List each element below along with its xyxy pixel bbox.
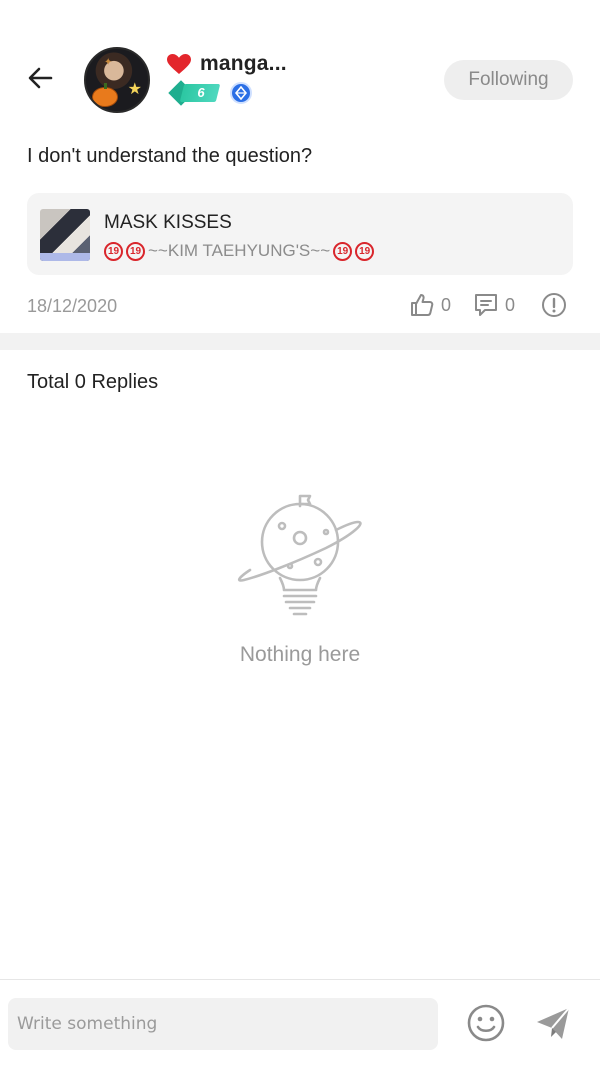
- planet-lightbulb-icon: [237, 494, 362, 616]
- arrow-left-icon: [28, 67, 53, 89]
- sparkle-icon: ✦: [104, 57, 113, 68]
- post-actions: 0 0: [409, 292, 573, 318]
- pumpkin-icon: [92, 83, 118, 107]
- heart-icon: [167, 54, 191, 74]
- age-19-icon: 19: [355, 241, 375, 261]
- linked-post-title: MASK KISSES: [104, 212, 232, 233]
- linked-post-thumbnail: [40, 209, 90, 261]
- like-count: 0: [440, 294, 451, 315]
- back-button[interactable]: [22, 60, 58, 96]
- post-date: 18/12/2020: [27, 296, 118, 316]
- level-number: 6: [197, 85, 205, 100]
- star-icon: ★: [127, 81, 142, 98]
- linked-post-card[interactable]: MASK KISSES 19 19 ~~KIM TAEHYUNG'S~~ 19 …: [27, 193, 573, 275]
- like-button[interactable]: 0: [409, 292, 451, 318]
- thumbs-up-icon: [410, 294, 434, 316]
- comment-composer: [0, 979, 600, 1067]
- age-19-icon: 19: [333, 241, 353, 261]
- linked-post-subtitle: 19 19 ~~KIM TAEHYUNG'S~~ 19 19: [104, 241, 377, 261]
- author-username: manga...: [200, 52, 287, 75]
- post-header: ✦ ★ manga... 6 Following: [0, 0, 600, 140]
- comment-button[interactable]: 0: [473, 292, 515, 318]
- empty-state-text: Nothing here: [239, 643, 361, 666]
- report-button[interactable]: [541, 292, 573, 318]
- send-icon: [537, 1007, 570, 1039]
- emoji-button[interactable]: [465, 1002, 507, 1044]
- avatar[interactable]: ✦ ★: [84, 47, 150, 113]
- author-badges: 6: [168, 80, 252, 106]
- send-button[interactable]: [532, 1002, 574, 1044]
- report-icon: [542, 293, 566, 317]
- level-badge: 6: [168, 80, 221, 106]
- smiley-icon: [467, 1004, 505, 1042]
- linked-post-subtitle-text: ~~KIM TAEHYUNG'S~~: [148, 241, 331, 260]
- moderator-icon: [230, 82, 252, 104]
- following-button[interactable]: Following: [444, 60, 573, 100]
- age-19-icon: 19: [126, 241, 145, 261]
- section-divider: [0, 333, 600, 350]
- post-question: I don't understand the question?: [27, 145, 313, 167]
- comment-icon: [474, 294, 497, 316]
- comment-input[interactable]: [8, 998, 438, 1050]
- comment-count: 0: [504, 294, 515, 315]
- author-name-row[interactable]: manga...: [166, 52, 287, 76]
- post-meta-row: 18/12/2020 0 0: [27, 292, 573, 322]
- replies-count-title: Total 0 Replies: [27, 371, 159, 393]
- age-19-icon: 19: [104, 241, 123, 261]
